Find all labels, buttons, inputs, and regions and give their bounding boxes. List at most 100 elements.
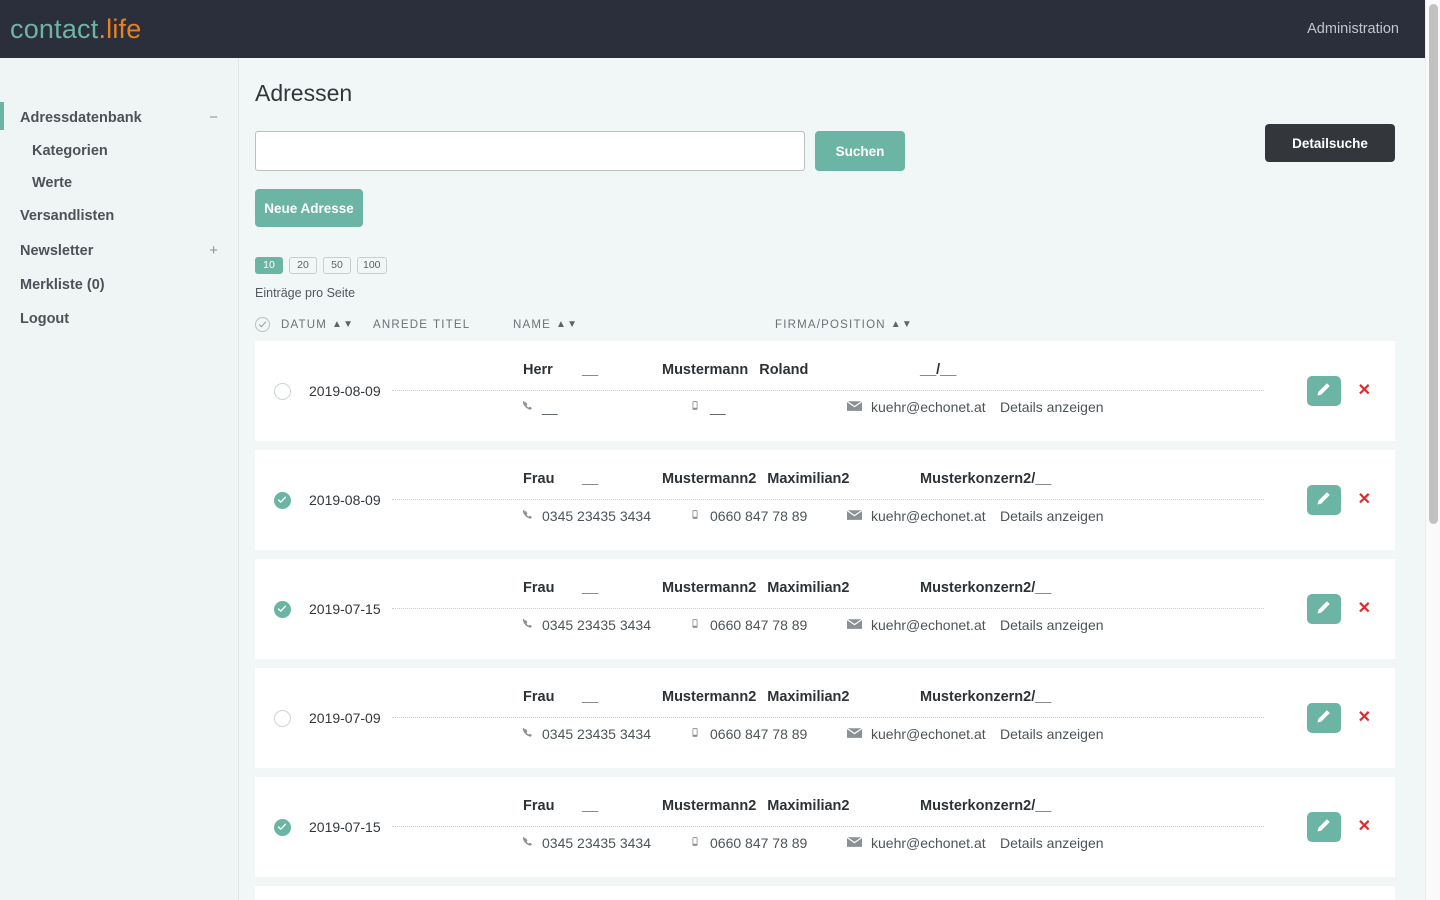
table-row[interactable]: 2019-08-09Herr__MustermannRoland__/_____… [255,341,1395,441]
row-select-checkbox[interactable] [274,819,291,836]
details-link[interactable]: Details anzeigen [1000,835,1104,851]
pencil-icon [1316,709,1331,727]
top-header-bar: contact.life Administration [0,0,1425,58]
page-scrollbar[interactable] [1425,0,1440,900]
page-title: Adressen [255,80,1395,107]
row-select-checkbox[interactable] [274,710,291,727]
row-phone[interactable]: 0345 23435 3434 [522,835,651,851]
row-phone[interactable]: 0345 23435 3434 [522,617,651,633]
select-all-check-icon[interactable] [255,317,270,332]
expand-plus-icon[interactable]: + [209,242,218,259]
row-email[interactable]: kuehr@echonet.at [847,617,986,633]
delete-button[interactable]: ✕ [1358,601,1371,617]
row-select-cell[interactable] [255,383,309,400]
row-email[interactable]: kuehr@echonet.at [847,508,986,524]
delete-button[interactable]: ✕ [1358,819,1371,835]
row-phone[interactable]: __ [522,399,558,415]
administration-link[interactable]: Administration [1307,21,1399,37]
column-header-name[interactable]: NAME ▲▼ [513,319,775,331]
page-size-10[interactable]: 10 [255,257,283,274]
row-select-cell[interactable] [255,601,309,618]
delete-button[interactable]: ✕ [1358,383,1371,399]
row-primary-line: Frau__Mustermann2Maximilian2Musterkonzer… [392,686,1395,708]
row-phone-value: 0345 23435 3434 [542,835,651,851]
scrollbar-thumb[interactable] [1429,4,1438,524]
row-email[interactable]: kuehr@echonet.at [847,726,986,742]
row-body: Frau__Mustermann2Maximilian2Musterkonzer… [392,559,1395,659]
page-size-100[interactable]: 100 [357,257,387,274]
row-select-cell[interactable] [255,819,309,836]
row-mobile[interactable]: 0660 847 78 89 [690,508,807,524]
sort-updown-icon[interactable]: ▲▼ [556,319,578,330]
sort-updown-icon[interactable]: ▲▼ [891,319,913,330]
row-anrede: Frau [523,689,554,705]
row-select-cell[interactable] [255,492,309,509]
row-mobile[interactable]: 0660 847 78 89 [690,617,807,633]
sort-updown-icon[interactable]: ▲▼ [332,319,354,330]
envelope-icon [847,726,862,742]
sidebar-item-adressdatenbank[interactable]: Adressdatenbank − [0,100,238,135]
row-firma-separator: / [936,362,940,378]
page-size-20[interactable]: 20 [289,257,317,274]
table-row[interactable]: 2019-07-09Frau__Mustermann2Maximilian2Mu… [255,668,1395,768]
mobile-phone-icon [690,835,700,851]
check-glyph [258,320,267,329]
row-secondary-line: 0345 23435 3434 0660 847 78 89 kuehr@echon… [392,723,1395,745]
row-actions: ✕ [1307,594,1371,624]
row-select-cell[interactable] [255,710,309,727]
sidebar-item-werte[interactable]: Werte [0,167,238,199]
sidebar-item-logout[interactable]: Logout [0,302,238,336]
row-email[interactable]: kuehr@echonet.at [847,835,986,851]
edit-button[interactable] [1307,594,1341,624]
details-link[interactable]: Details anzeigen [1000,617,1104,633]
row-primary-line: Frau__Mustermann2Maximilian2Musterkonzer… [392,577,1395,599]
sidebar-item-label: Merkliste (0) [20,277,105,293]
row-phone[interactable]: 0345 23435 3434 [522,726,651,742]
row-select-checkbox[interactable] [274,383,291,400]
collapse-minus-icon[interactable]: − [209,109,218,126]
row-email[interactable]: kuehr@echonet.at [847,399,986,415]
row-phone[interactable]: 0345 23435 3434 [522,508,651,524]
row-actions: ✕ [1307,376,1371,406]
details-link[interactable]: Details anzeigen [1000,726,1104,742]
column-header-datum[interactable]: DATUM ▲▼ [281,319,373,331]
row-mobile[interactable]: 0660 847 78 89 [690,726,807,742]
details-link[interactable]: Details anzeigen [1000,508,1104,524]
table-row[interactable]: 2019-07-15Frau__Mustermann2Maximilian2Mu… [255,777,1395,877]
app-logo[interactable]: contact.life [10,14,141,45]
row-divider [392,608,1264,609]
row-select-checkbox[interactable] [274,492,291,509]
search-button[interactable]: Suchen [815,131,905,171]
page-size-selector: 10 20 50 100 [255,257,1395,274]
search-input[interactable] [255,131,805,171]
row-mobile[interactable]: __ [690,399,726,415]
sidebar-item-versandlisten[interactable]: Versandlisten [0,199,238,233]
row-date: 2019-08-09 [309,492,392,508]
edit-button[interactable] [1307,485,1341,515]
new-address-button[interactable]: Neue Adresse [255,189,363,227]
delete-button[interactable]: ✕ [1358,710,1371,726]
table-row[interactable]: 2019-08-09Frau__Mustermann2Maximilian2Mu… [255,450,1395,550]
edit-button[interactable] [1307,376,1341,406]
row-email-value: kuehr@echonet.at [871,399,986,415]
row-mobile[interactable]: 0660 847 78 89 [690,835,807,851]
sidebar-item-merkliste[interactable]: Merkliste (0) [0,268,238,302]
row-select-checkbox[interactable] [274,601,291,618]
sidebar-item-newsletter[interactable]: Newsletter + [0,233,238,268]
column-header-firma-position[interactable]: FIRMA/POSITION ▲▼ [775,319,913,331]
row-body [392,886,1395,900]
table-row[interactable]: 2019-07-15Frau__Mustermann2Maximilian2Mu… [255,559,1395,659]
edit-button[interactable] [1307,703,1341,733]
details-link[interactable]: Details anzeigen [1000,399,1104,415]
row-divider [392,499,1264,500]
delete-button[interactable]: ✕ [1358,492,1371,508]
envelope-icon [847,399,862,415]
detail-search-button[interactable]: Detailsuche [1265,124,1395,162]
sidebar-item-kategorien[interactable]: Kategorien [0,135,238,167]
table-row[interactable] [255,886,1395,900]
row-firma-separator: / [1031,689,1035,705]
edit-button[interactable] [1307,812,1341,842]
row-secondary-line: 0345 23435 3434 0660 847 78 89 kuehr@echon… [392,614,1395,636]
row-email-value: kuehr@echonet.at [871,508,986,524]
page-size-50[interactable]: 50 [323,257,351,274]
